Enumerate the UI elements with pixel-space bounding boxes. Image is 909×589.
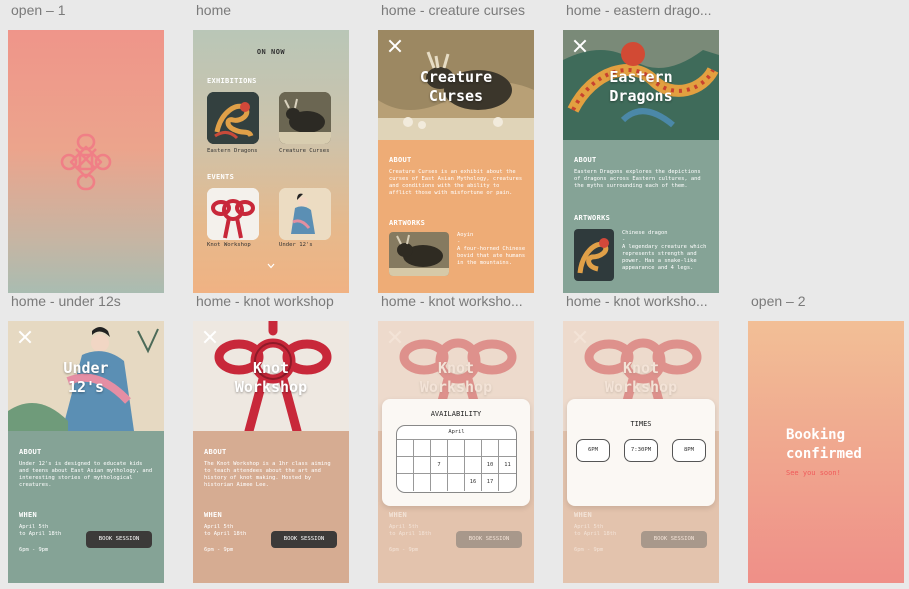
page-title: ON NOW: [256, 48, 286, 56]
about-text: The Knot Workshop is a 1hr class aiming …: [204, 461, 331, 488]
dragon-illustration: [207, 92, 259, 144]
creature-illustration: [279, 92, 331, 144]
eastern-dragons-caption[interactable]: Eastern Dragons: [207, 148, 258, 154]
availability-modal: AVAILABILITY April 7 10 11 16 17: [382, 399, 530, 506]
calendar-day[interactable]: 11: [499, 457, 516, 474]
time-option-730pm[interactable]: 7:30PM: [624, 439, 658, 462]
availability-heading: AVAILABILITY: [430, 410, 482, 418]
book-session-button[interactable]: BOOK SESSION: [271, 531, 337, 548]
red-knot-illustration: [207, 188, 259, 240]
eastern-dragons-thumb[interactable]: [207, 92, 259, 144]
about-text: Eastern Dragons explores the depictions …: [574, 169, 701, 189]
calendar-day[interactable]: 16: [465, 474, 482, 491]
knot-workshop-caption[interactable]: Knot Workshop: [207, 242, 251, 248]
under-12s-thumb[interactable]: [279, 188, 331, 240]
when-heading: WHEN: [19, 511, 38, 519]
close-icon[interactable]: [203, 330, 217, 344]
artwork-name: Aoyin: [457, 232, 474, 238]
hero-title: Under 12's: [63, 359, 109, 396]
frame-home[interactable]: ON NOW EXHIBITIONS Eastern Dragons Creat…: [193, 30, 349, 293]
artwork-description: A legendary creature which represents st…: [622, 244, 707, 271]
frame-under-12s[interactable]: Under 12's ABOUT Under 12's is designed t…: [8, 321, 164, 583]
artworks-heading: ARTWORKS: [389, 219, 426, 227]
about-text: Under 12's is designed to educate kids a…: [19, 461, 153, 488]
artwork-dash: -: [622, 237, 626, 243]
times-heading: TIMES: [630, 420, 652, 428]
board-label-under-12s[interactable]: home - under 12s: [11, 293, 121, 309]
exhibitions-heading: EXHIBITIONS: [207, 77, 257, 85]
frame-eastern-dragons[interactable]: Eastern Dragons ABOUT Eastern Dragons exp…: [563, 30, 719, 293]
artwork-thumb-aoyin[interactable]: [389, 232, 449, 276]
artwork-description: A four-horned Chinese bovid that ate hum…: [457, 246, 526, 266]
about-heading: ABOUT: [19, 448, 42, 456]
about-text: Creature Curses is an exhibit about the …: [389, 169, 523, 196]
calendar-day[interactable]: 7: [431, 457, 448, 474]
close-icon[interactable]: [573, 39, 587, 53]
board-label-open-2[interactable]: open – 2: [751, 293, 806, 309]
close-icon[interactable]: [388, 39, 402, 53]
board-label-eastern-dragons[interactable]: home - eastern drago...: [566, 2, 712, 18]
calendar-day[interactable]: 10: [482, 457, 499, 474]
board-label-knot-workshop-3[interactable]: home - knot worksho...: [566, 293, 708, 309]
session-time: 6pm - 9pm: [19, 547, 49, 553]
board-label-home[interactable]: home: [196, 2, 231, 18]
hero-title: KnotWorkshop: [234, 359, 308, 396]
times-modal: TIMES 6PM 7:30PM 8PM: [567, 399, 715, 506]
artworks-heading: ARTWORKS: [574, 214, 611, 222]
when-heading: WHEN: [204, 511, 223, 519]
frame-knot-availability[interactable]: KnotWorkshop WHEN April 5th to April 18t…: [378, 321, 534, 583]
artwork-name: Chinese dragon: [622, 230, 668, 236]
hero-title: Eastern Dragons: [609, 68, 673, 105]
endless-knot-icon: [60, 133, 112, 191]
board-label-knot-workshop[interactable]: home - knot workshop: [196, 293, 334, 309]
hero-title: Creature Curses: [419, 68, 493, 105]
aoyin-illustration: [389, 232, 449, 276]
calendar-day[interactable]: 17: [482, 474, 499, 491]
board-label-knot-workshop-2[interactable]: home - knot worksho...: [381, 293, 523, 309]
about-heading: ABOUT: [389, 156, 412, 164]
board-label-creature-curses[interactable]: home - creature curses: [381, 2, 525, 18]
time-option-8pm[interactable]: 8PM: [672, 439, 706, 462]
figure-illustration: [279, 188, 331, 240]
session-time: 6pm - 9pm: [204, 547, 234, 553]
confirmation-title: Booking confirmed: [786, 427, 862, 462]
frame-creature-curses[interactable]: Creature Curses ABOUT Creature Curses is …: [378, 30, 534, 293]
close-icon[interactable]: [18, 330, 32, 344]
confirmation-subtitle: See you soon!: [786, 469, 841, 477]
book-session-button[interactable]: BOOK SESSION: [86, 531, 152, 548]
creature-curses-caption[interactable]: Creature Curses: [279, 148, 330, 154]
board-label-open-1[interactable]: open – 1: [11, 2, 66, 18]
under-12s-caption[interactable]: Under 12's: [279, 242, 313, 248]
creature-curses-thumb[interactable]: [279, 92, 331, 144]
chevron-down-icon[interactable]: [267, 263, 275, 269]
about-heading: ABOUT: [574, 156, 597, 164]
about-heading: ABOUT: [204, 448, 227, 456]
events-heading: EVENTS: [207, 173, 235, 181]
chinese-dragon-illustration: [574, 229, 614, 281]
calendar: April 7 10 11 16 17: [396, 425, 517, 493]
frame-open-1[interactable]: [8, 30, 164, 293]
artwork-thumb-chinese-dragon[interactable]: [574, 229, 614, 281]
frame-knot-times[interactable]: KnotWorkshop WHEN April 5th to April 18t…: [563, 321, 719, 583]
frame-knot-workshop[interactable]: Knot Workshop ABOUT The Knot Workshop is …: [193, 321, 349, 583]
time-option-6pm[interactable]: 6PM: [576, 439, 610, 462]
calendar-month: April: [397, 429, 516, 440]
dates-start: April 5th: [204, 524, 234, 530]
dates-start: April 5th: [19, 524, 49, 530]
artwork-dash: -: [457, 239, 461, 245]
frame-open-2[interactable]: Booking confirmed See you soon!: [748, 321, 904, 583]
knot-workshop-thumb[interactable]: [207, 188, 259, 240]
